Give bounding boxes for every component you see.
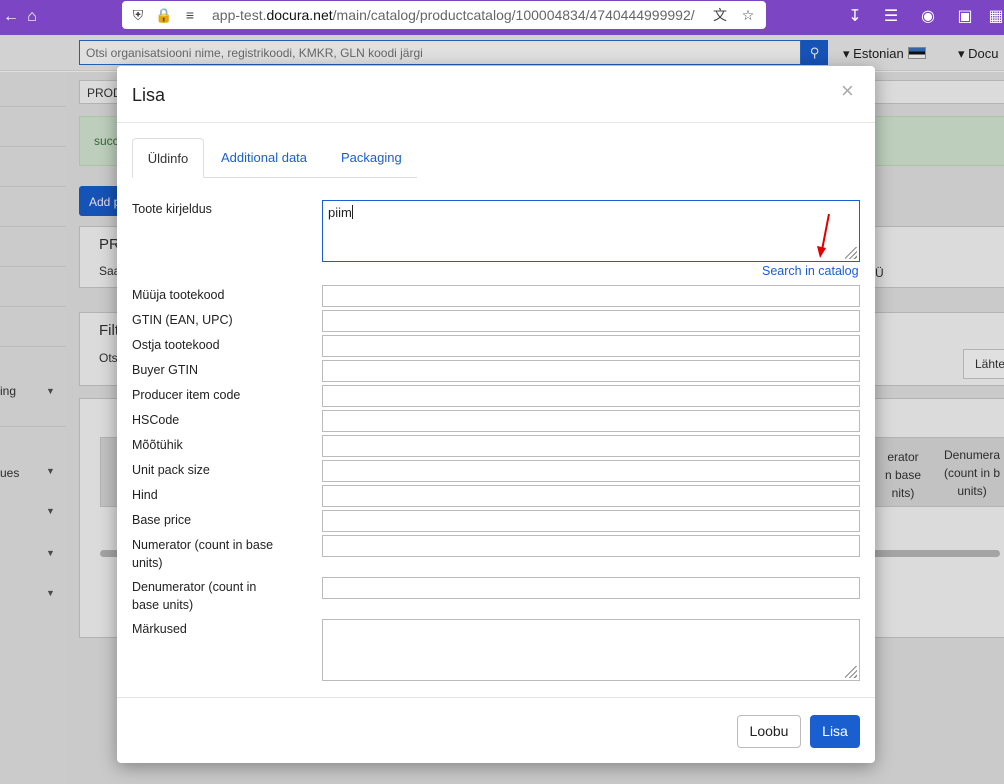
account-icon[interactable]: ◉ bbox=[917, 6, 939, 28]
hscode-input[interactable] bbox=[322, 410, 860, 432]
producer-item-code-label: Producer item code bbox=[132, 388, 241, 402]
url-text[interactable]: app-test.docura.net/main/catalog/product… bbox=[212, 7, 695, 23]
producer-item-code-input[interactable] bbox=[322, 385, 860, 407]
tab-general[interactable]: Üldinfo bbox=[132, 138, 204, 178]
extensions-icon[interactable]: ▦ bbox=[985, 6, 1004, 28]
shield-icon[interactable]: ⛨ bbox=[128, 5, 148, 25]
base-price-input[interactable] bbox=[322, 510, 860, 532]
lock-icon[interactable]: 🔒 bbox=[154, 5, 174, 25]
gtin-label: GTIN (EAN, UPC) bbox=[132, 313, 233, 327]
browser-toolbar: ← ⌂ ⛨ 🔒 ≡ app-test.docura.net/main/catal… bbox=[0, 0, 1004, 35]
permissions-icon[interactable]: ≡ bbox=[180, 5, 200, 25]
numerator-label: Numerator (count in base units) bbox=[132, 538, 274, 570]
resize-handle[interactable] bbox=[845, 666, 857, 678]
price-label: Hind bbox=[132, 488, 158, 502]
seller-product-code-label: Müüja tootekood bbox=[132, 288, 225, 302]
translate-icon[interactable]: 文 bbox=[710, 5, 730, 25]
text-cursor bbox=[351, 205, 353, 219]
submit-add-button[interactable]: Lisa bbox=[810, 715, 860, 748]
buyer-gtin-input[interactable] bbox=[322, 360, 860, 382]
product-description-textarea[interactable]: piim bbox=[322, 200, 860, 262]
tabs-underline bbox=[204, 177, 417, 178]
unit-pack-size-input[interactable] bbox=[322, 460, 860, 482]
red-arrow-annotation-icon bbox=[817, 213, 830, 258]
download-icon[interactable]: ↧ bbox=[844, 6, 866, 28]
buyer-gtin-label: Buyer GTIN bbox=[132, 363, 198, 377]
save-icon[interactable]: ▣ bbox=[954, 6, 976, 28]
numerator-input[interactable] bbox=[322, 535, 860, 557]
unit-of-measure-label: Mõõtühik bbox=[132, 438, 183, 452]
address-bar[interactable]: ⛨ 🔒 ≡ app-test.docura.net/main/catalog/p… bbox=[122, 1, 766, 29]
tab-packaging[interactable]: Packaging bbox=[341, 138, 402, 178]
close-icon[interactable]: × bbox=[841, 80, 854, 102]
denumerator-label: Denumerator (count in base units) bbox=[132, 580, 257, 612]
cancel-button[interactable]: Loobu bbox=[737, 715, 801, 748]
tab-additional-data[interactable]: Additional data bbox=[221, 138, 307, 178]
bookmark-star-icon[interactable]: ☆ bbox=[738, 5, 758, 25]
modal-title: Lisa bbox=[132, 85, 166, 105]
back-icon[interactable]: ← bbox=[0, 6, 22, 28]
buyer-product-code-input[interactable] bbox=[322, 335, 860, 357]
buyer-product-code-label: Ostja tootekood bbox=[132, 338, 220, 352]
unit-pack-size-label: Unit pack size bbox=[132, 463, 210, 477]
modal-footer-divider bbox=[117, 697, 875, 698]
resize-handle[interactable] bbox=[845, 247, 857, 259]
gtin-input[interactable] bbox=[322, 310, 860, 332]
library-icon[interactable]: ☰ bbox=[880, 6, 902, 28]
unit-of-measure-input[interactable] bbox=[322, 435, 860, 457]
notes-label: Märkused bbox=[132, 622, 187, 636]
hscode-label: HSCode bbox=[132, 413, 180, 427]
product-description-label: Toote kirjeldus bbox=[132, 202, 212, 216]
seller-product-code-input[interactable] bbox=[322, 285, 860, 307]
base-price-label: Base price bbox=[132, 513, 192, 527]
add-product-modal: Lisa × Üldinfo Additional data Packaging… bbox=[117, 66, 875, 763]
notes-textarea[interactable] bbox=[322, 619, 860, 681]
search-in-catalog-link[interactable]: Search in catalog bbox=[762, 264, 859, 278]
product-description-value: piim bbox=[328, 205, 352, 220]
price-input[interactable] bbox=[322, 485, 860, 507]
denumerator-input[interactable] bbox=[322, 577, 860, 599]
modal-header-divider bbox=[117, 122, 875, 123]
home-icon[interactable]: ⌂ bbox=[21, 6, 43, 28]
